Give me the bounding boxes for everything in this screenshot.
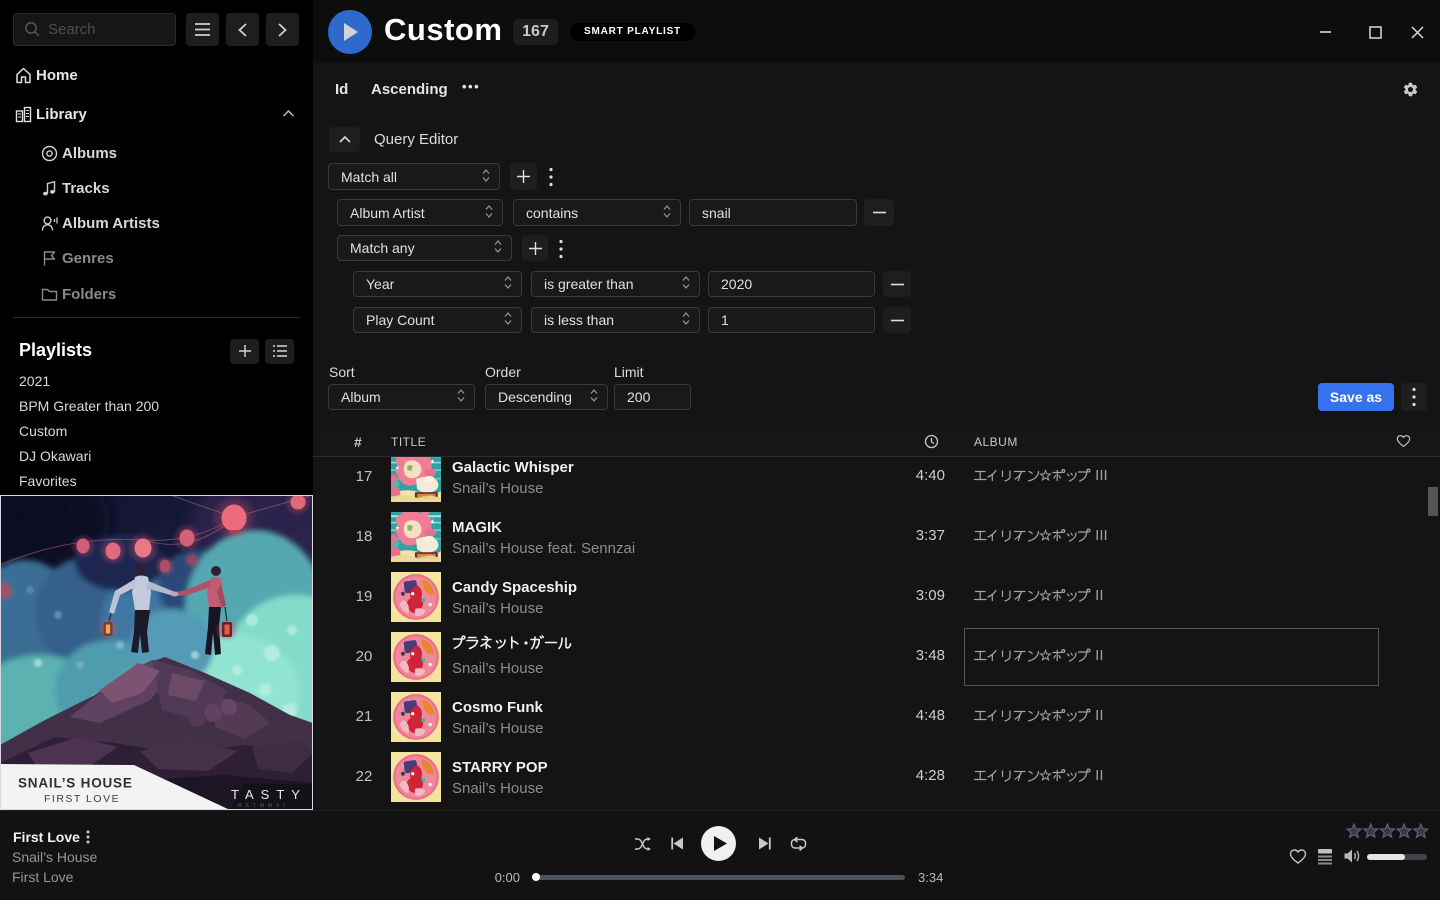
svg-text:FIRST LOVE: FIRST LOVE [44,793,120,805]
svg-text:BSTMMXI: BSTMMXI [238,803,289,809]
svg-text:TASTY: TASTY [231,787,307,802]
svg-text:SNAIL’S HOUSE: SNAIL’S HOUSE [18,776,133,791]
